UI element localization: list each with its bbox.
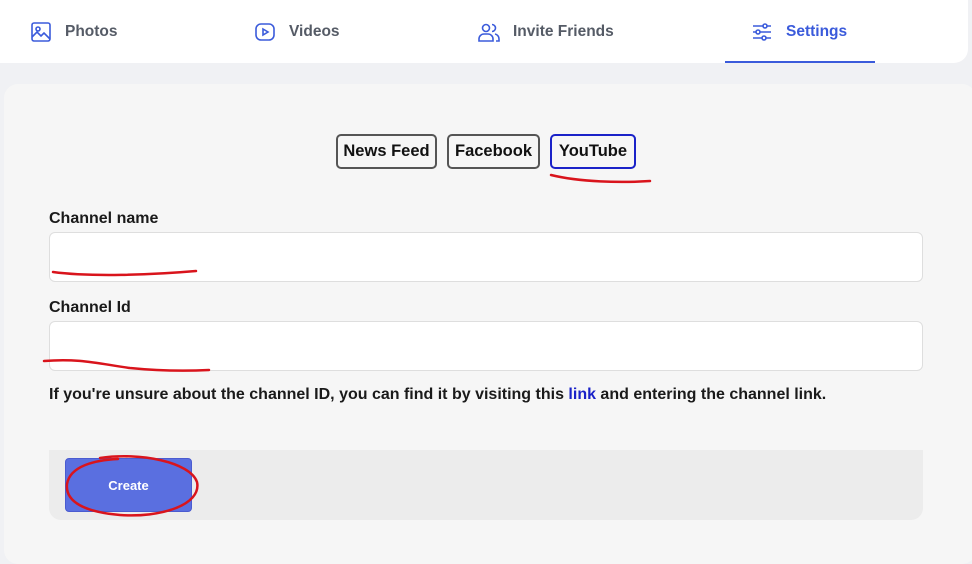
top-nav-bar: Photos Videos Invite Friends Settings: [0, 0, 968, 63]
help-text-after: and entering the channel link.: [595, 386, 827, 403]
channel-name-input[interactable]: [49, 232, 923, 282]
tab-facebook[interactable]: Facebook: [447, 134, 540, 169]
help-text-before: If you're unsure about the channel ID, y…: [49, 386, 569, 403]
nav-tab-label: Invite Friends: [513, 22, 614, 40]
channel-name-label: Channel name: [49, 210, 159, 227]
nav-tab-invite-friends[interactable]: Invite Friends: [477, 0, 614, 63]
nav-tab-settings[interactable]: Settings: [750, 0, 847, 63]
users-icon: [477, 20, 501, 44]
channel-id-label: Channel Id: [49, 299, 131, 316]
nav-tab-label: Videos: [289, 22, 340, 40]
channel-id-lookup-link[interactable]: link: [568, 386, 596, 403]
channel-id-help-text: If you're unsure about the channel ID, y…: [49, 386, 826, 404]
create-button[interactable]: Create: [65, 458, 192, 512]
photo-icon: [29, 20, 53, 44]
nav-tab-videos[interactable]: Videos: [253, 0, 340, 63]
tab-news-feed[interactable]: News Feed: [336, 134, 437, 169]
active-tab-indicator: [725, 61, 875, 63]
video-icon: [253, 20, 277, 44]
tab-youtube[interactable]: YouTube: [550, 134, 636, 169]
nav-tab-photos[interactable]: Photos: [29, 0, 118, 63]
nav-tab-label: Photos: [65, 22, 118, 40]
sliders-icon: [750, 20, 774, 44]
nav-tab-label: Settings: [786, 22, 848, 40]
channel-id-input[interactable]: [49, 321, 923, 371]
